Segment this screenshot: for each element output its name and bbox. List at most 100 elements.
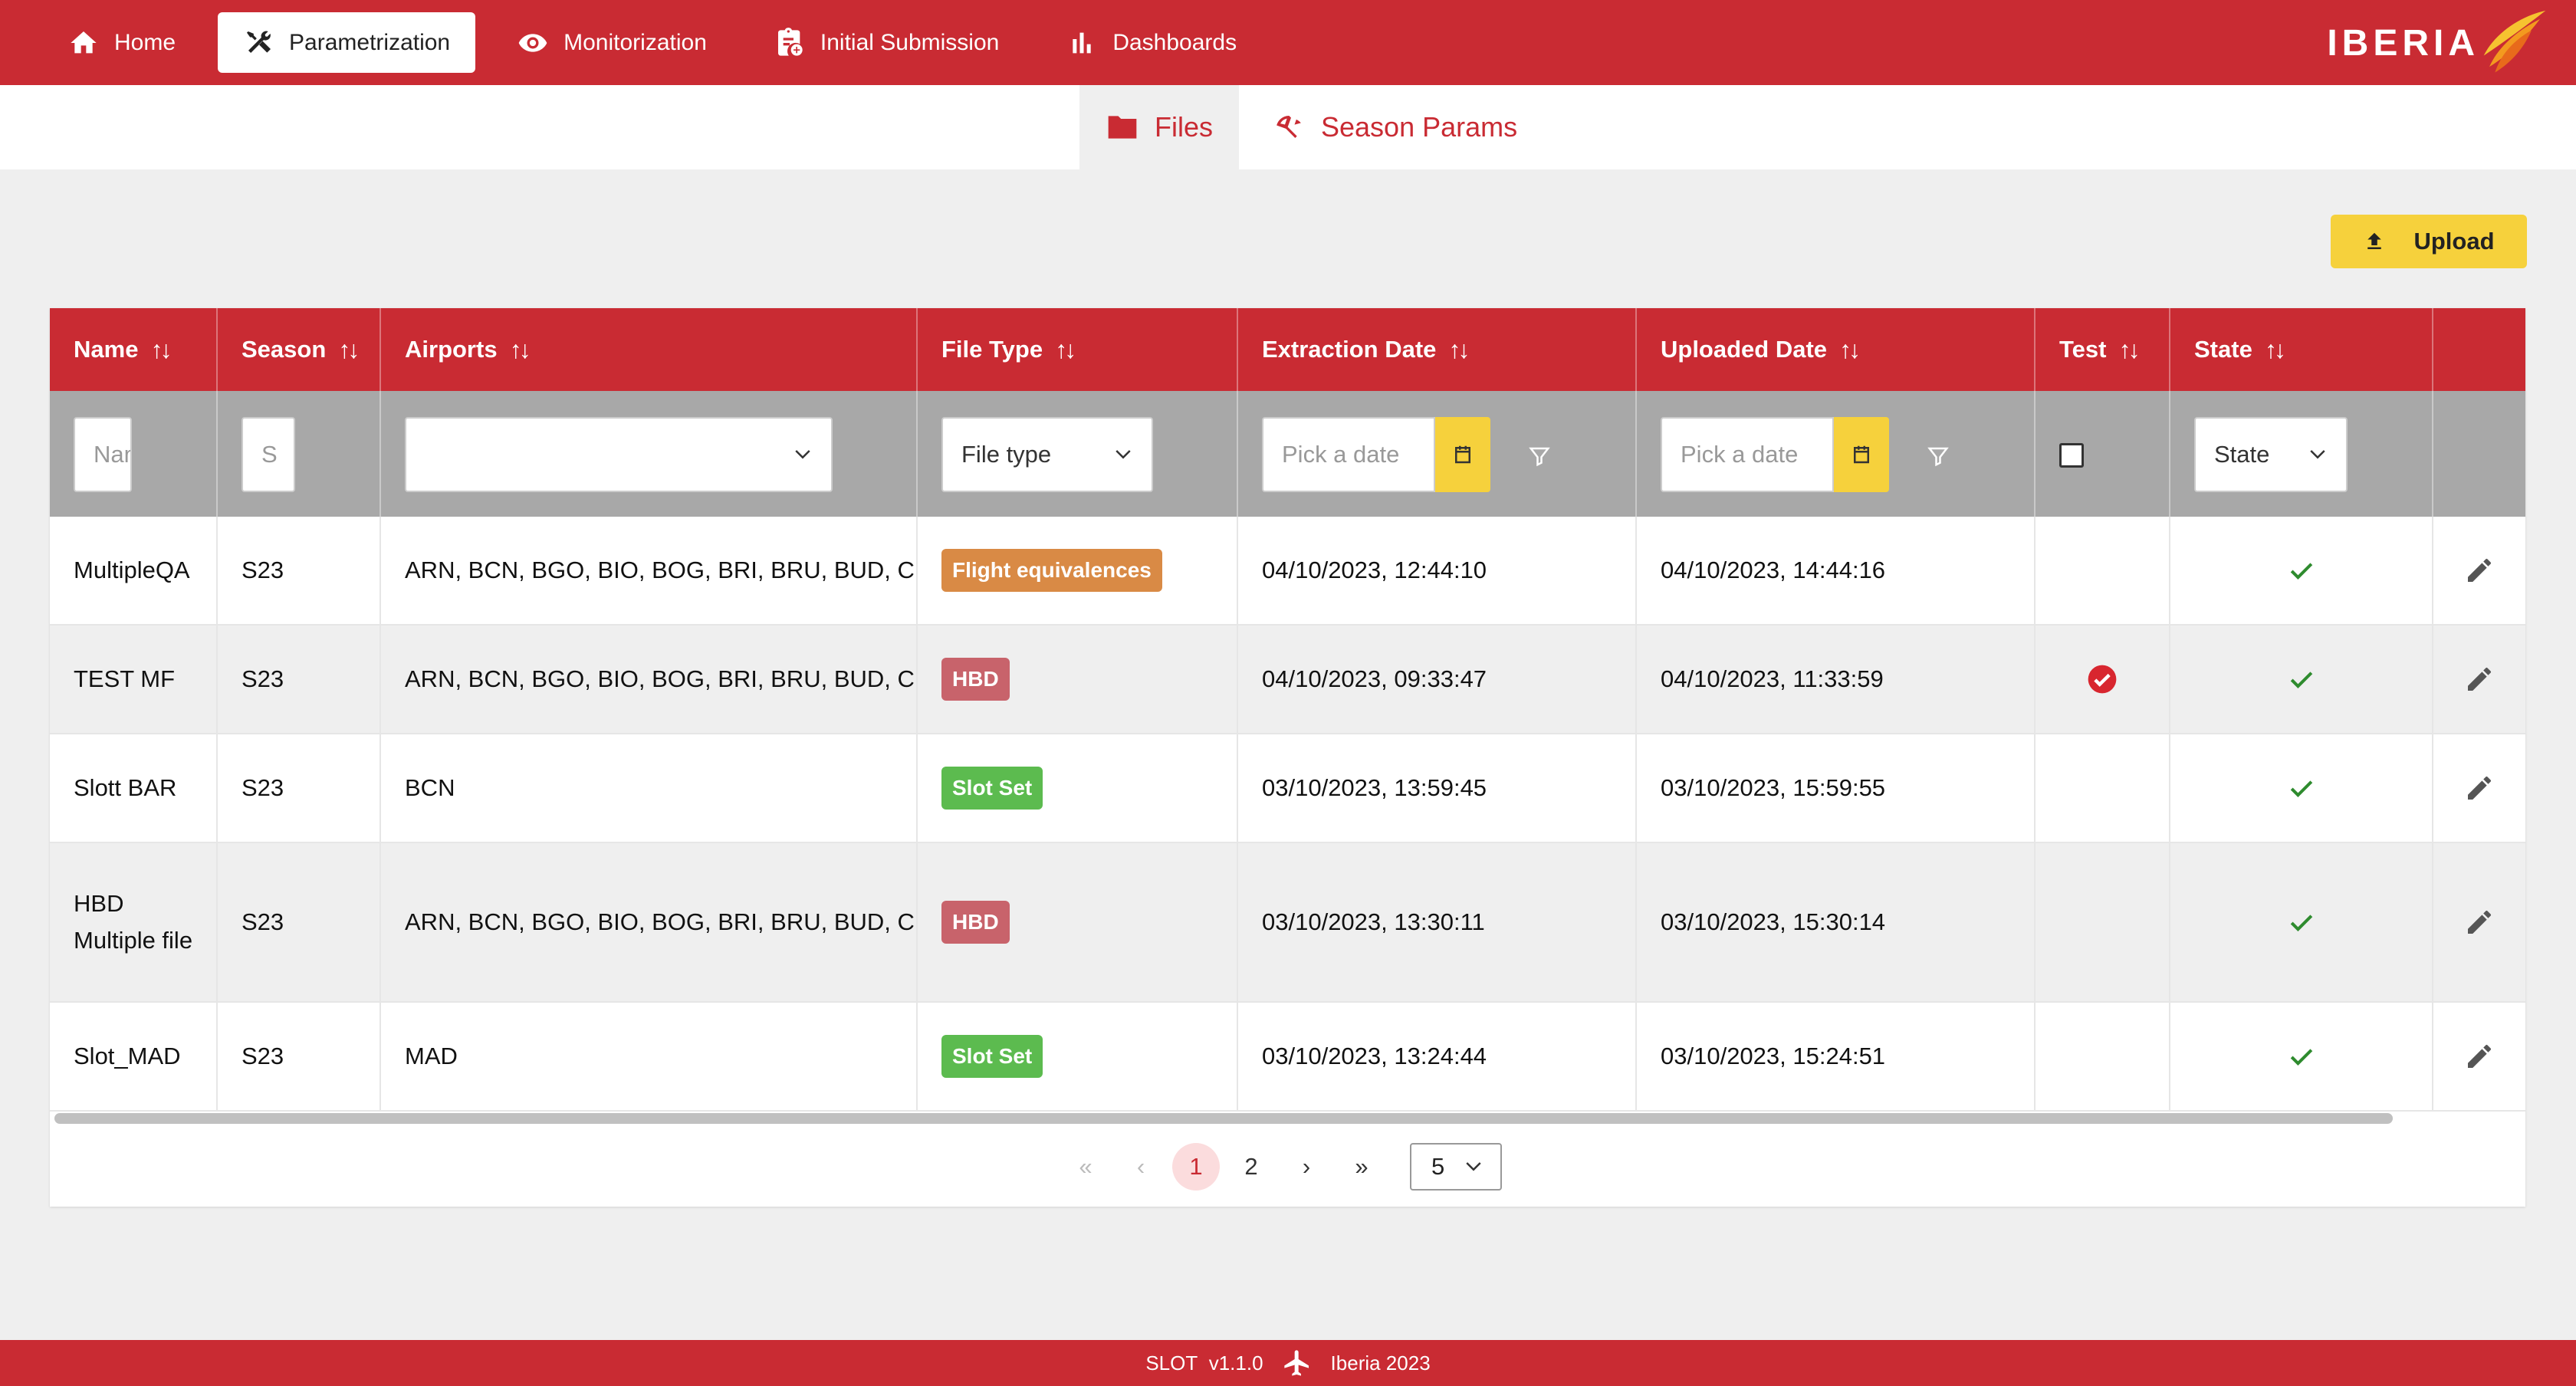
table-header: Name ↑↓ Season ↑↓ Airports ↑↓ File Type ↑↓ E…: [50, 308, 2525, 391]
nav-dashboards[interactable]: Dashboards: [1041, 12, 1262, 73]
nav-home[interactable]: Home: [43, 12, 201, 73]
horizontal-scrollbar[interactable]: [54, 1113, 2393, 1124]
table-row[interactable]: Slott BAR S23 BCN Slot Set 03/10/2023, 13:59…: [50, 734, 2525, 843]
col-header-name[interactable]: Name ↑↓: [50, 308, 218, 391]
chevron-down-icon: [1466, 1162, 1481, 1171]
cell-actions: [2433, 734, 2525, 842]
tab-files-label: Files: [1155, 111, 1214, 143]
table-row[interactable]: Slot_MAD S23 MAD Slot Set 03/10/2023, 13:24:…: [50, 1003, 2525, 1112]
cell-uploaded-date: 04/10/2023, 11:33:59: [1637, 626, 2036, 733]
cell-actions: [2433, 626, 2525, 733]
page-2-button[interactable]: 2: [1227, 1143, 1275, 1191]
filter-row: Name S File type Pick a date Pick a dat: [50, 391, 2525, 517]
col-header-extraction-date[interactable]: Extraction Date ↑↓: [1238, 308, 1637, 391]
col-header-airports[interactable]: Airports ↑↓: [381, 308, 918, 391]
footer-version: v1.1.0: [1208, 1351, 1263, 1375]
cell-extraction-date: 04/10/2023, 09:33:47: [1238, 626, 1637, 733]
test-filter-checkbox[interactable]: [2059, 443, 2084, 468]
cell-airports: ARN, BCN, BGO, BIO, BOG, BRI, BRU, BUD, …: [381, 843, 918, 1001]
tab-files[interactable]: Files: [1079, 85, 1240, 169]
col-header-test[interactable]: Test ↑↓: [2036, 308, 2170, 391]
cell-airports: ARN, BCN, BGO, BIO, BOG, BRI, BRU, BUD, …: [381, 517, 918, 624]
extraction-date-input[interactable]: Pick a date: [1262, 417, 1435, 492]
edit-pencil-icon[interactable]: [2464, 773, 2495, 803]
extraction-calendar-button[interactable]: [1435, 417, 1490, 492]
season-filter-input[interactable]: S: [242, 417, 295, 492]
pagination: « ‹ 1 2 › » 5: [1062, 1143, 1502, 1191]
page-size-select[interactable]: 5: [1410, 1143, 1502, 1191]
col-header-state[interactable]: State ↑↓: [2170, 308, 2433, 391]
uploaded-calendar-button[interactable]: [1834, 417, 1889, 492]
sort-icon[interactable]: ↑↓: [510, 336, 531, 364]
upload-button[interactable]: Upload: [2331, 215, 2527, 268]
nav-initial-submission[interactable]: Initial Submission: [749, 12, 1024, 73]
col-header-season[interactable]: Season ↑↓: [218, 308, 381, 391]
edit-pencil-icon[interactable]: [2464, 664, 2495, 695]
table-row[interactable]: HBD Multiple file S23 ARN, BCN, BGO, BIO, …: [50, 843, 2525, 1003]
state-filter-value: State: [2214, 441, 2270, 468]
sort-icon[interactable]: ↑↓: [150, 336, 172, 364]
col-file-type-label: File Type: [941, 336, 1043, 363]
file-type-filter-select[interactable]: File type: [941, 417, 1153, 492]
filter-cell-uploaded: Pick a date: [1637, 391, 2036, 517]
edit-pencil-icon[interactable]: [2464, 907, 2495, 938]
edit-pencil-icon[interactable]: [2464, 555, 2495, 586]
logo-text: IBERIA: [2327, 22, 2479, 64]
state-filter-select[interactable]: State: [2194, 417, 2348, 492]
cell-state: [2170, 517, 2433, 624]
name-filter-input[interactable]: Name: [74, 417, 132, 492]
nav-parametrization[interactable]: Parametrization: [218, 12, 476, 73]
edit-pencil-icon[interactable]: [2464, 1041, 2495, 1072]
file-type-badge: Slot Set: [941, 1035, 1043, 1078]
cell-uploaded-date: 04/10/2023, 14:44:16: [1637, 517, 2036, 624]
uploaded-filter-icon[interactable]: [1927, 445, 1950, 468]
cell-actions: [2433, 1003, 2525, 1110]
tab-season-params[interactable]: Season Params: [1246, 85, 1543, 169]
extraction-filter-icon[interactable]: [1528, 445, 1551, 468]
cell-name: TEST MF: [50, 626, 218, 733]
cell-airports: ARN, BCN, BGO, BIO, BOG, BRI, BRU, BUD, …: [381, 626, 918, 733]
airports-filter-select[interactable]: [405, 417, 833, 492]
sort-icon[interactable]: ↑↓: [2265, 336, 2286, 364]
cell-file-type: Slot Set: [918, 1003, 1238, 1110]
sort-icon[interactable]: ↑↓: [1839, 336, 1861, 364]
sort-icon[interactable]: ↑↓: [1448, 336, 1470, 364]
state-check-icon: [2290, 672, 2312, 689]
footer-company: Iberia 2023: [1330, 1351, 1431, 1375]
table-row[interactable]: MultipleQA S23 ARN, BCN, BGO, BIO, BOG, BR…: [50, 517, 2525, 626]
nav-monitorization[interactable]: Monitorization: [492, 12, 732, 73]
next-page-button[interactable]: ›: [1283, 1143, 1330, 1191]
clipboard-add-icon: [777, 27, 803, 56]
test-check-icon: [2088, 665, 2117, 694]
first-page-button[interactable]: «: [1062, 1143, 1109, 1191]
last-page-button[interactable]: »: [1338, 1143, 1385, 1191]
sub-tabs: Files Season Params: [0, 85, 2576, 169]
file-type-badge: HBD: [941, 658, 1010, 701]
sort-icon[interactable]: ↑↓: [1055, 336, 1076, 364]
sort-icon[interactable]: ↑↓: [338, 336, 360, 364]
cell-file-type: Slot Set: [918, 734, 1238, 842]
cell-uploaded-date: 03/10/2023, 15:30:14: [1637, 843, 2036, 1001]
filter-cell-extraction: Pick a date: [1238, 391, 1637, 517]
uploaded-date-input[interactable]: Pick a date: [1661, 417, 1834, 492]
filter-cell-season: S: [218, 391, 381, 517]
col-extraction-label: Extraction Date: [1262, 336, 1437, 363]
cell-file-type: Flight equivalences: [918, 517, 1238, 624]
cell-name: Slott BAR: [50, 734, 218, 842]
cell-season: S23: [218, 517, 381, 624]
cell-test: [2036, 734, 2170, 842]
calendar-icon: [1455, 445, 1470, 464]
cell-extraction-date: 03/10/2023, 13:24:44: [1238, 1003, 1637, 1110]
state-check-icon: [2290, 915, 2312, 932]
col-header-uploaded-date[interactable]: Uploaded Date ↑↓: [1637, 308, 2036, 391]
folder-icon: [1108, 116, 1137, 139]
col-header-file-type[interactable]: File Type ↑↓: [918, 308, 1238, 391]
file-type-badge: Flight equivalences: [941, 549, 1162, 592]
sort-icon[interactable]: ↑↓: [2118, 336, 2140, 364]
state-check-icon: [2290, 1049, 2312, 1066]
prev-page-button[interactable]: ‹: [1117, 1143, 1165, 1191]
cell-extraction-date: 04/10/2023, 12:44:10: [1238, 517, 1637, 624]
table-row[interactable]: TEST MF S23 ARN, BCN, BGO, BIO, BOG, BRI, …: [50, 626, 2525, 734]
cell-file-type: HBD: [918, 626, 1238, 733]
page-1-button[interactable]: 1: [1172, 1143, 1220, 1191]
